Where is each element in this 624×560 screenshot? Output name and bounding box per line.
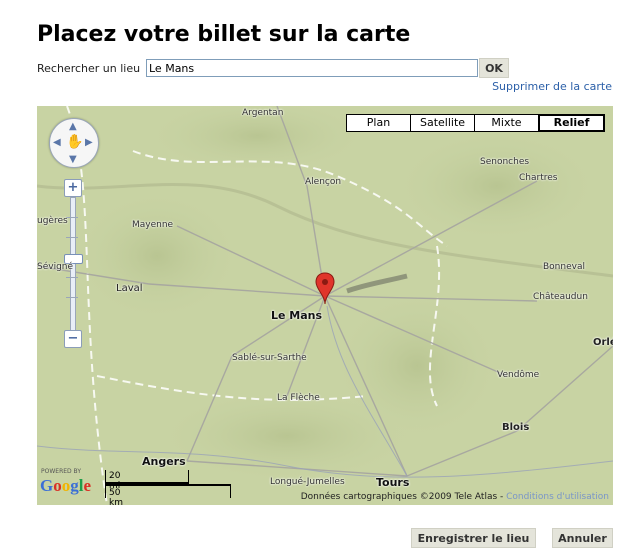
place-label: ugères (37, 216, 68, 226)
place-label: Châteaudun (533, 292, 588, 302)
place-label: Blois (502, 422, 530, 433)
map-type-satellite[interactable]: Satellite (410, 114, 475, 132)
place-label: Sablé-sur-Sarthe (232, 353, 307, 363)
google-logo-letter: o (53, 476, 62, 495)
pan-right-icon[interactable]: ▶ (85, 138, 93, 148)
place-label: Angers (142, 455, 186, 468)
map-attribution: Données cartographiques ©2009 Tele Atlas… (301, 492, 609, 502)
place-label: Argentan (242, 108, 284, 118)
pan-up-icon[interactable]: ▲ (69, 122, 77, 132)
google-logo-letter: g (70, 476, 79, 495)
place-label: La Flèche (277, 393, 320, 403)
zoom-tick (66, 297, 78, 298)
google-logo-letter: e (83, 476, 92, 495)
map-type-relief[interactable]: Relief (538, 114, 605, 132)
place-label: Vendôme (497, 370, 540, 380)
hand-icon: ✋ (66, 134, 84, 150)
map-type-mixte[interactable]: Mixte (474, 114, 539, 132)
save-location-button[interactable]: Enregistrer le lieu (411, 528, 536, 548)
remove-from-map-link[interactable]: Supprimer de la carte (492, 80, 612, 93)
search-input[interactable] (146, 59, 478, 77)
map-view[interactable]: Plan Satellite Mixte Relief ▲ ▼ ◀ ▶ ✋ + … (37, 106, 613, 505)
place-label: Mayenne (132, 220, 174, 230)
google-logo: Google (40, 476, 91, 496)
pan-left-icon[interactable]: ◀ (53, 138, 61, 148)
attribution-text: Données cartographiques ©2009 Tele Atlas… (300, 492, 507, 502)
place-label: Orlé (593, 337, 613, 348)
powered-by-label: POWERED BY (41, 468, 82, 475)
map-type-selector: Plan Satellite Mixte Relief (346, 114, 605, 132)
google-logo-letter: o (61, 476, 71, 495)
place-label: Chartres (519, 173, 558, 183)
place-label: Bonneval (543, 262, 585, 272)
map-type-plan[interactable]: Plan (346, 114, 411, 132)
place-label-le-mans: Le Mans (271, 309, 323, 322)
zoom-tick (66, 277, 78, 278)
place-label: Sévigné (37, 262, 74, 272)
ok-button[interactable]: OK (479, 58, 509, 78)
place-label: Longué-Jumelles (270, 477, 345, 487)
scale-km-label: 50 km (109, 488, 123, 505)
zoom-out-button[interactable]: − (64, 330, 82, 348)
zoom-in-button[interactable]: + (64, 179, 82, 197)
cancel-button[interactable]: Annuler (552, 528, 613, 548)
location-marker-icon[interactable] (315, 272, 335, 306)
search-label: Rechercher un lieu (37, 62, 141, 75)
place-label: Alençon (305, 177, 342, 187)
place-label: Senonches (480, 157, 530, 167)
zoom-tick (66, 237, 78, 238)
google-logo-letter: G (40, 476, 54, 495)
page-title: Placez votre billet sur la carte (37, 22, 411, 47)
pan-control[interactable]: ▲ ▼ ◀ ▶ ✋ (49, 118, 99, 168)
place-label: Laval (116, 283, 143, 294)
pan-down-icon[interactable]: ▼ (69, 155, 77, 165)
scale-bar-km (105, 484, 231, 498)
terms-of-use-link[interactable]: Conditions d'utilisation (506, 492, 609, 502)
place-label: Tours (376, 476, 410, 489)
